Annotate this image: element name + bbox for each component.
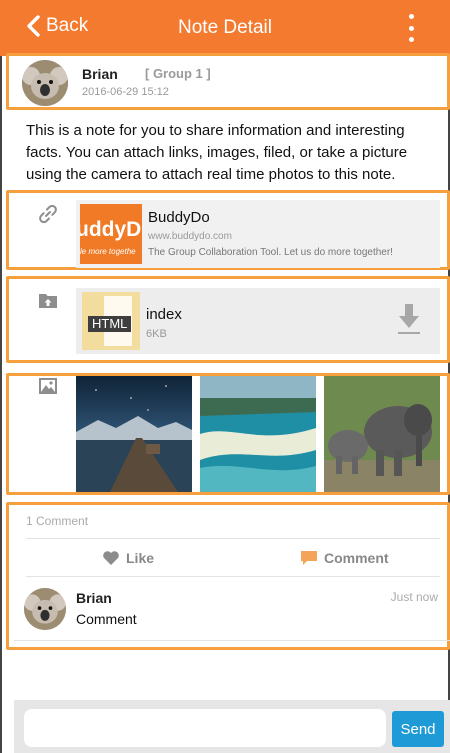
divider: [14, 640, 450, 641]
file-name: index: [146, 306, 182, 323]
file-attachment-card[interactable]: HTML index 6KB: [76, 288, 440, 354]
avatar[interactable]: [22, 60, 68, 106]
comment-input[interactable]: [24, 709, 386, 747]
link-icon: [39, 204, 57, 224]
comment-text: Comment: [76, 611, 137, 627]
file-size: 6KB: [146, 328, 167, 340]
file-type-thumbnail: HTML: [82, 292, 140, 350]
photo-thumbnail[interactable]: [76, 376, 192, 492]
message-composer: Send: [14, 700, 450, 753]
divider: [26, 538, 440, 539]
comment-label: Comment: [324, 550, 389, 566]
elephants-image: [324, 376, 440, 492]
koala-avatar-image: [24, 588, 66, 630]
image-icon: [39, 378, 57, 394]
comment-button[interactable]: Comment: [300, 550, 389, 566]
photo-thumbnail[interactable]: [324, 376, 440, 492]
photo-thumbnail[interactable]: [200, 376, 316, 492]
nav-bar: Back Note Detail: [0, 0, 450, 56]
upload-folder-icon: [39, 294, 57, 308]
link-title: BuddyDo: [148, 209, 210, 226]
link-description: The Group Collaboration Tool. Let us do …: [148, 247, 393, 258]
author-name[interactable]: Brian: [82, 66, 118, 82]
author-group[interactable]: [ Group 1 ]: [145, 66, 211, 81]
comment-author[interactable]: Brian: [76, 590, 112, 606]
download-icon[interactable]: [396, 302, 422, 336]
note-author: Brian [ Group 1 ] 2016-06-29 15:12: [22, 60, 442, 106]
logo-tagline: le more togethe: [80, 247, 136, 256]
comment-time: Just now: [390, 590, 438, 604]
logo-text: uddyDo: [80, 218, 142, 241]
link-preview-card[interactable]: uddyDo le more togethe BuddyDo www.buddy…: [76, 200, 440, 268]
divider: [26, 576, 440, 577]
like-button[interactable]: Like: [102, 550, 154, 566]
koala-avatar-image: [22, 60, 68, 106]
beach-aerial-image: [200, 376, 316, 492]
like-label: Like: [126, 550, 155, 566]
link-url: www.buddydo.com: [148, 231, 232, 242]
buddydo-logo: uddyDo le more togethe: [80, 204, 142, 264]
send-button[interactable]: Send: [392, 711, 444, 747]
heart-icon: [103, 551, 119, 565]
file-type-label: HTML: [88, 316, 132, 332]
more-vertical-icon[interactable]: [408, 14, 414, 42]
avatar[interactable]: [24, 588, 66, 630]
comment-count: 1 Comment: [26, 514, 89, 528]
pier-at-night-image: [76, 376, 192, 492]
page-title: Note Detail: [178, 17, 272, 38]
note-timestamp: 2016-06-29 15:12: [82, 86, 169, 98]
comment-bubble-icon: [301, 551, 317, 565]
note-body: This is a note for you to share informat…: [26, 122, 408, 183]
